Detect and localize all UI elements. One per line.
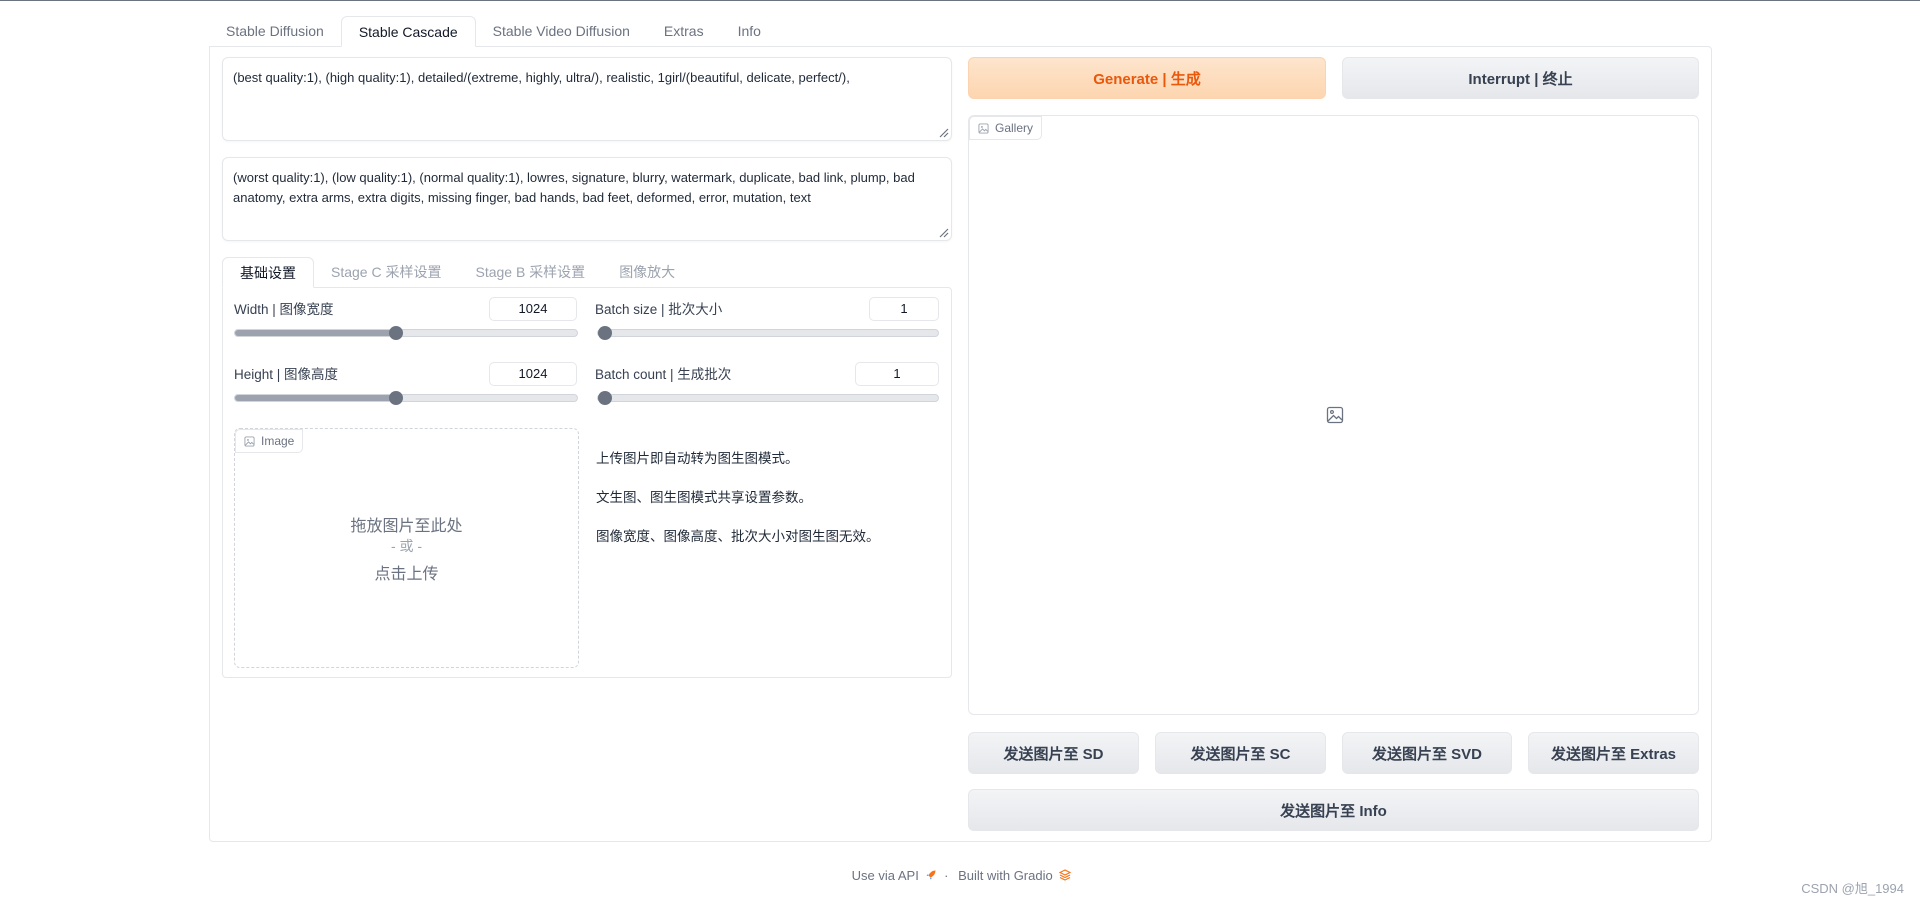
tab-stable-video-diffusion[interactable]: Stable Video Diffusion — [476, 16, 647, 47]
tab-extras[interactable]: Extras — [647, 16, 721, 47]
send-to-svd-button[interactable]: 发送图片至 SVD — [1342, 732, 1512, 774]
width-slider-fill — [235, 330, 396, 336]
footer: Use via API · Built with Gradio — [0, 868, 1920, 883]
send-to-sc-button[interactable]: 发送图片至 SC — [1155, 732, 1326, 774]
gallery-block-label: Gallery — [969, 116, 1043, 140]
width-slider[interactable] — [234, 326, 578, 340]
top-border — [0, 0, 1920, 1]
height-slider[interactable] — [234, 391, 578, 405]
send-to-extras-button[interactable]: 发送图片至 Extras — [1528, 732, 1699, 774]
tab-stable-diffusion[interactable]: Stable Diffusion — [209, 16, 341, 47]
height-label: Height | 图像高度 — [234, 367, 339, 382]
positive-prompt-textarea[interactable]: (best quality:1), (high quality:1), deta… — [222, 57, 952, 141]
main-tabs: Stable Diffusion Stable Cascade Stable V… — [209, 16, 778, 47]
info-line: 文生图、图生图模式共享设置参数。 — [596, 490, 812, 505]
batch-size-slider[interactable] — [597, 326, 939, 340]
interrupt-button[interactable]: Interrupt | 终止 — [1342, 57, 1699, 99]
width-input[interactable]: 1024 — [489, 297, 577, 321]
info-line: 上传图片即自动转为图生图模式。 — [596, 451, 799, 466]
batch-count-input[interactable]: 1 — [855, 362, 939, 386]
tab-stable-cascade[interactable]: Stable Cascade — [340, 16, 476, 47]
watermark: CSDN @旭_1994 — [1801, 881, 1904, 896]
batch-count-slider[interactable] — [597, 391, 939, 405]
image-label-text: Image — [261, 434, 295, 448]
batch-size-slider-thumb[interactable] — [598, 326, 612, 340]
width-label: Width | 图像宽度 — [234, 302, 334, 317]
height-slider-fill — [235, 395, 396, 401]
tab-stage-b-sampling[interactable]: Stage B 采样设置 — [458, 257, 602, 288]
image-block-label: Image — [235, 429, 304, 453]
batch-size-input[interactable]: 1 — [869, 297, 939, 321]
resize-handle-icon[interactable] — [939, 228, 949, 238]
drop-hint: 拖放图片至此处 — [350, 518, 463, 535]
tab-basic-settings[interactable]: 基础设置 — [222, 257, 314, 288]
tab-stage-c-sampling[interactable]: Stage C 采样设置 — [314, 257, 458, 288]
height-input[interactable]: 1024 — [489, 362, 577, 386]
built-with-gradio-link[interactable]: Built with Gradio — [958, 868, 1053, 883]
negative-prompt-text: (worst quality:1), (low quality:1), (nor… — [233, 170, 915, 205]
footer-separator: · — [944, 868, 949, 883]
image-icon — [244, 435, 255, 447]
resize-handle-icon[interactable] — [939, 128, 949, 138]
generate-button[interactable]: Generate | 生成 — [968, 57, 1326, 99]
rocket-icon — [926, 870, 936, 880]
drop-or: - 或 - — [390, 538, 423, 554]
image-upload-dropzone[interactable]: Image 拖放图片至此处 - 或 - 点击上传 — [234, 428, 579, 668]
height-slider-thumb[interactable] — [388, 391, 403, 405]
gallery-label-text: Gallery — [995, 121, 1034, 135]
use-api-link[interactable]: Use via API — [852, 868, 919, 883]
image-icon — [978, 122, 989, 134]
info-line: 图像宽度、图像高度、批次大小对图生图无效。 — [596, 529, 880, 544]
settings-tabs: 基础设置 Stage C 采样设置 Stage B 采样设置 图像放大 — [222, 257, 692, 288]
positive-prompt-text: (best quality:1), (high quality:1), deta… — [233, 70, 850, 85]
batch-count-slider-thumb[interactable] — [598, 391, 612, 405]
image-placeholder-icon — [1326, 406, 1344, 424]
tab-info[interactable]: Info — [721, 16, 778, 47]
tab-upscale[interactable]: 图像放大 — [602, 257, 692, 288]
send-to-info-button[interactable]: 发送图片至 Info — [968, 789, 1699, 831]
send-to-sd-button[interactable]: 发送图片至 SD — [968, 732, 1139, 774]
click-upload-hint: 点击上传 — [374, 566, 439, 583]
batch-count-label: Batch count | 生成批次 — [595, 367, 732, 382]
gallery[interactable]: Gallery — [968, 115, 1699, 715]
width-slider-thumb[interactable] — [388, 326, 403, 340]
gradio-logo-icon — [1059, 869, 1072, 881]
batch-size-label: Batch size | 批次大小 — [595, 302, 723, 317]
negative-prompt-textarea[interactable]: (worst quality:1), (low quality:1), (nor… — [222, 157, 952, 241]
